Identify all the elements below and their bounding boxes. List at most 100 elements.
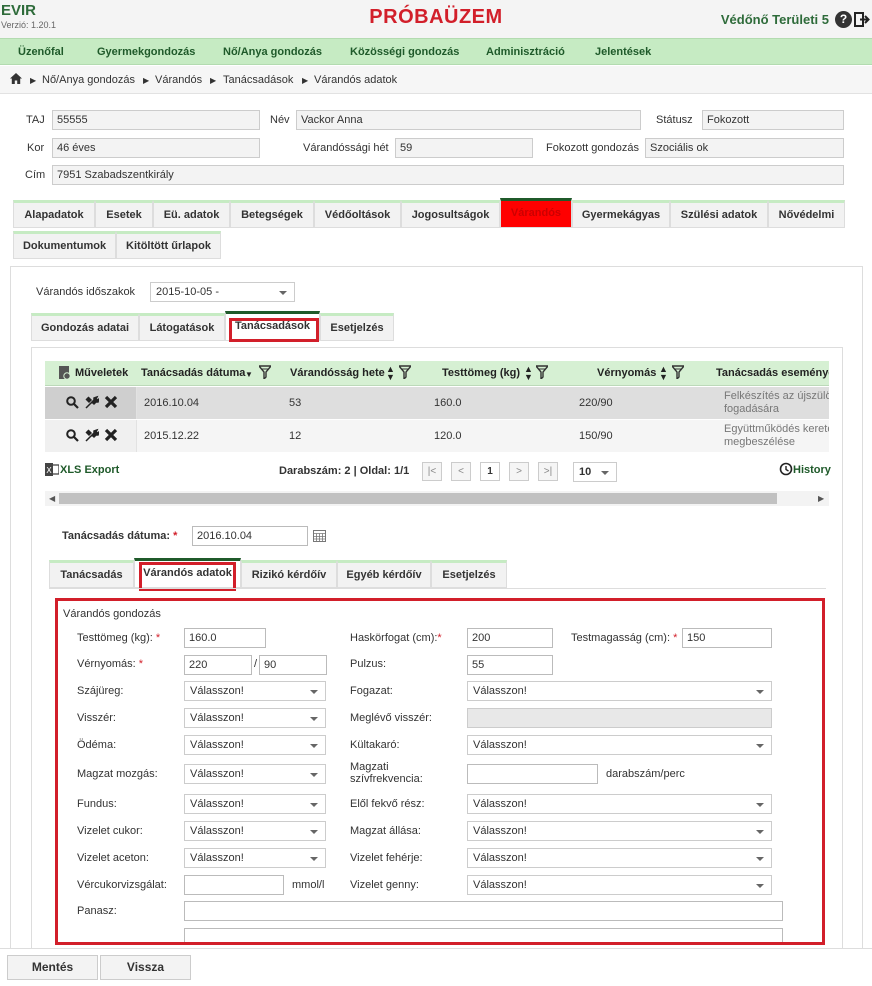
- odema-select[interactable]: Válasszon!: [184, 735, 326, 755]
- nav-adminisztracio[interactable]: Adminisztráció: [486, 46, 565, 58]
- szivfrekvencia-unit: darabszám/perc: [606, 768, 685, 780]
- vernyomas-diastolic-input[interactable]: 90: [259, 655, 327, 675]
- tab-dokumentumok[interactable]: Dokumentumok: [13, 231, 116, 259]
- pulzus-input[interactable]: 55: [467, 655, 553, 675]
- next-page-icon[interactable]: >: [509, 462, 529, 481]
- last-page-icon[interactable]: >|: [538, 462, 558, 481]
- sort-icon[interactable]: ▲ ▼: [659, 365, 668, 382]
- col-tanacsadas-datuma[interactable]: Tanácsadás dátuma: [141, 367, 245, 379]
- tab-gondozas-adatai[interactable]: Gondozás adatai: [31, 313, 139, 341]
- col-vernyomas[interactable]: Vérnyomás: [597, 367, 656, 379]
- tab-alapadatok[interactable]: Alapadatok: [13, 200, 95, 228]
- calendar-icon[interactable]: [313, 529, 326, 545]
- tab-tanacsadas[interactable]: Tanácsadás: [49, 560, 134, 588]
- vizelet-genny-select[interactable]: Válasszon!: [467, 875, 772, 895]
- kultakaro-select[interactable]: Válasszon!: [467, 735, 772, 755]
- haskorfogat-input[interactable]: 200: [467, 628, 553, 648]
- tab-esetjelzes[interactable]: Esetjelzés: [320, 313, 394, 341]
- page-size-select[interactable]: 10: [573, 462, 617, 482]
- cell-bp: 220/90: [579, 397, 613, 409]
- search-icon[interactable]: [66, 396, 79, 412]
- scroll-right-icon[interactable]: ▶: [818, 494, 824, 503]
- sort-icon[interactable]: ▲ ▼: [386, 365, 395, 382]
- magzat-mozgas-select[interactable]: Válasszon!: [184, 764, 326, 784]
- tab-vedooltasok[interactable]: Védőoltások: [314, 200, 401, 228]
- szajureg-select[interactable]: Válasszon!: [184, 681, 326, 701]
- varandos-idoszakok-select[interactable]: 2015-10-05 -: [150, 282, 295, 302]
- fogazat-select[interactable]: Válasszon!: [467, 681, 772, 701]
- user-name[interactable]: Védőnő Területi 5: [721, 12, 829, 27]
- search-icon[interactable]: [66, 429, 79, 445]
- logout-icon[interactable]: [854, 11, 870, 28]
- scroll-left-icon[interactable]: ◀: [49, 494, 55, 503]
- tab-esetek[interactable]: Esetek: [95, 200, 153, 228]
- tab-riziko-kerdoiv[interactable]: Rizikó kérdőív: [241, 560, 337, 588]
- tab-egyeb-kerdoiv[interactable]: Egyéb kérdőív: [337, 560, 431, 588]
- col-tanacsadas-esemenyei[interactable]: Tanácsadás eseményei: [716, 367, 829, 379]
- scrollbar-thumb[interactable]: [59, 493, 777, 504]
- first-page-icon[interactable]: |<: [422, 462, 442, 481]
- current-page[interactable]: 1: [480, 462, 500, 481]
- tab-novedelmi[interactable]: Nővédelmi: [768, 200, 845, 228]
- vizelet-cukor-select[interactable]: Válasszon!: [184, 821, 326, 841]
- filter-icon[interactable]: [670, 365, 686, 382]
- sort-icon[interactable]: ▲ ▼: [524, 365, 533, 382]
- elol-fekvo-resz-select[interactable]: Válasszon!: [467, 794, 772, 814]
- filter-icon[interactable]: [534, 365, 550, 382]
- tools-icon[interactable]: [84, 395, 101, 413]
- vercukorvizsgalat-label: Vércukorvizsgálat:: [77, 879, 167, 891]
- sort-desc-icon[interactable]: ▼: [245, 370, 253, 379]
- filter-icon[interactable]: [257, 365, 273, 382]
- nav-uzenofal[interactable]: Üzenőfal: [18, 46, 64, 58]
- nav-gyermekgondozas[interactable]: Gyermekgondozás: [97, 46, 195, 58]
- testtomeg-input[interactable]: 160.0: [184, 628, 266, 648]
- vernyomas-systolic-input[interactable]: 220: [184, 655, 252, 675]
- tab-latogatasok[interactable]: Látogatások: [139, 313, 225, 341]
- delete-icon[interactable]: [104, 395, 118, 412]
- tab-jogosultsagok[interactable]: Jogosultságok: [401, 200, 500, 228]
- testmagassag-input[interactable]: 150: [682, 628, 772, 648]
- visszer-select[interactable]: Válasszon!: [184, 708, 326, 728]
- panasz-input[interactable]: [184, 901, 783, 921]
- breadcrumb-item[interactable]: Várandós: [155, 74, 202, 86]
- save-button[interactable]: Mentés: [7, 955, 98, 980]
- breadcrumb-item[interactable]: Nő/Anya gondozás: [42, 74, 135, 86]
- delete-icon[interactable]: [104, 428, 118, 445]
- table-row[interactable]: 2015.12.22 12 120.0 150/90 Együttműködés…: [45, 420, 829, 452]
- grid-settings-icon[interactable]: [59, 366, 71, 383]
- vizelet-feherje-select[interactable]: Válasszon!: [467, 848, 772, 868]
- vizelet-aceton-select[interactable]: Válasszon!: [184, 848, 326, 868]
- history-link[interactable]: History: [793, 464, 831, 476]
- haskorfogat-label: Haskörfogat (cm):*: [350, 632, 442, 644]
- tab-szulesi-adatok[interactable]: Szülési adatok: [670, 200, 768, 228]
- tab-gyermekagyas[interactable]: Gyermekágyas: [572, 200, 670, 228]
- magzati-szivfrekvencia-input[interactable]: [467, 764, 598, 784]
- table-row[interactable]: 2016.10.04 53 160.0 220/90 Felkészítés a…: [45, 387, 829, 419]
- home-icon[interactable]: [10, 73, 22, 87]
- filter-icon[interactable]: [397, 365, 413, 382]
- tab-betegsegek[interactable]: Betegségek: [230, 200, 314, 228]
- back-button[interactable]: Vissza: [100, 955, 191, 980]
- prev-page-icon[interactable]: <: [451, 462, 471, 481]
- tab-kitoltott-urlapok[interactable]: Kitöltött űrlapok: [116, 231, 221, 259]
- nav-jelentesek[interactable]: Jelentések: [595, 46, 651, 58]
- col-varandossag-hete[interactable]: Várandósság hete: [290, 367, 385, 379]
- tanacsadas-datuma-input[interactable]: 2016.10.04: [192, 526, 308, 546]
- horizontal-scrollbar[interactable]: ◀ ▶: [45, 491, 829, 506]
- fundus-select[interactable]: Válasszon!: [184, 794, 326, 814]
- col-testtomeg[interactable]: Testtömeg (kg): [442, 367, 520, 379]
- nav-no-anya-gondozas[interactable]: Nő/Anya gondozás: [223, 46, 322, 58]
- history-icon[interactable]: [779, 462, 793, 479]
- tools-icon[interactable]: [84, 428, 101, 446]
- xls-export-link[interactable]: XLS Export: [60, 464, 119, 476]
- tab-esetjelzes-2[interactable]: Esetjelzés: [431, 560, 507, 588]
- tab-eu-adatok[interactable]: Eü. adatok: [153, 200, 230, 228]
- panasz-textarea[interactable]: [184, 928, 783, 942]
- help-icon[interactable]: ?: [835, 11, 852, 28]
- breadcrumb-item[interactable]: Tanácsadások: [223, 74, 293, 86]
- xls-export-icon[interactable]: X: [45, 463, 60, 479]
- tab-varandos[interactable]: Várandós: [500, 198, 572, 228]
- nav-kozossegi-gondozas[interactable]: Közösségi gondozás: [350, 46, 459, 58]
- vercukorvizsgalat-input[interactable]: [184, 875, 284, 895]
- magzat-allasa-select[interactable]: Válasszon!: [467, 821, 772, 841]
